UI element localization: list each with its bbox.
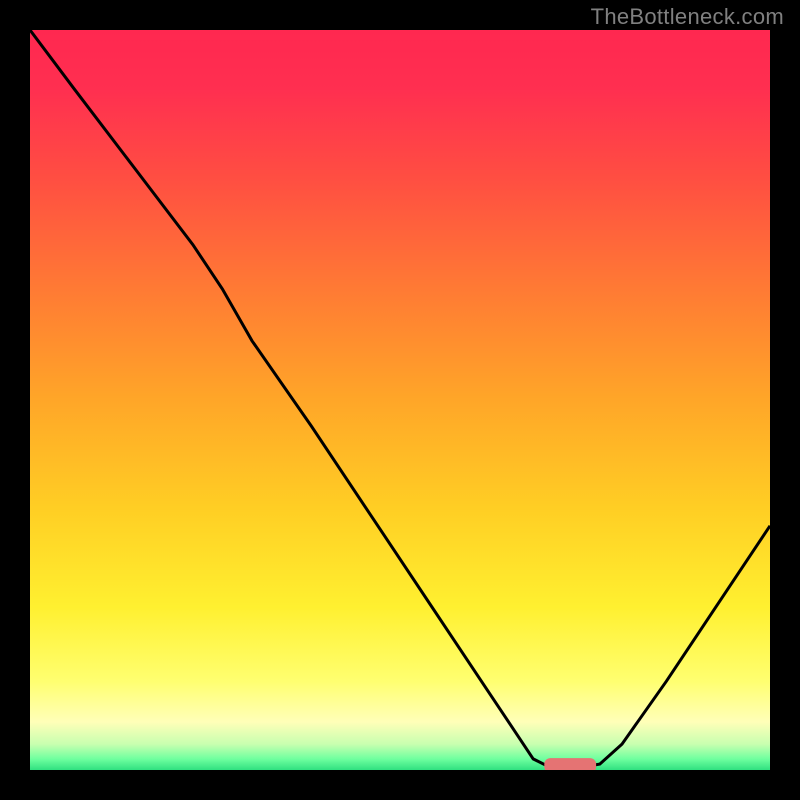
chart-background-gradient: [30, 30, 770, 770]
watermark-text: TheBottleneck.com: [591, 4, 784, 30]
target-marker: [544, 758, 596, 770]
bottleneck-chart: [30, 30, 770, 770]
